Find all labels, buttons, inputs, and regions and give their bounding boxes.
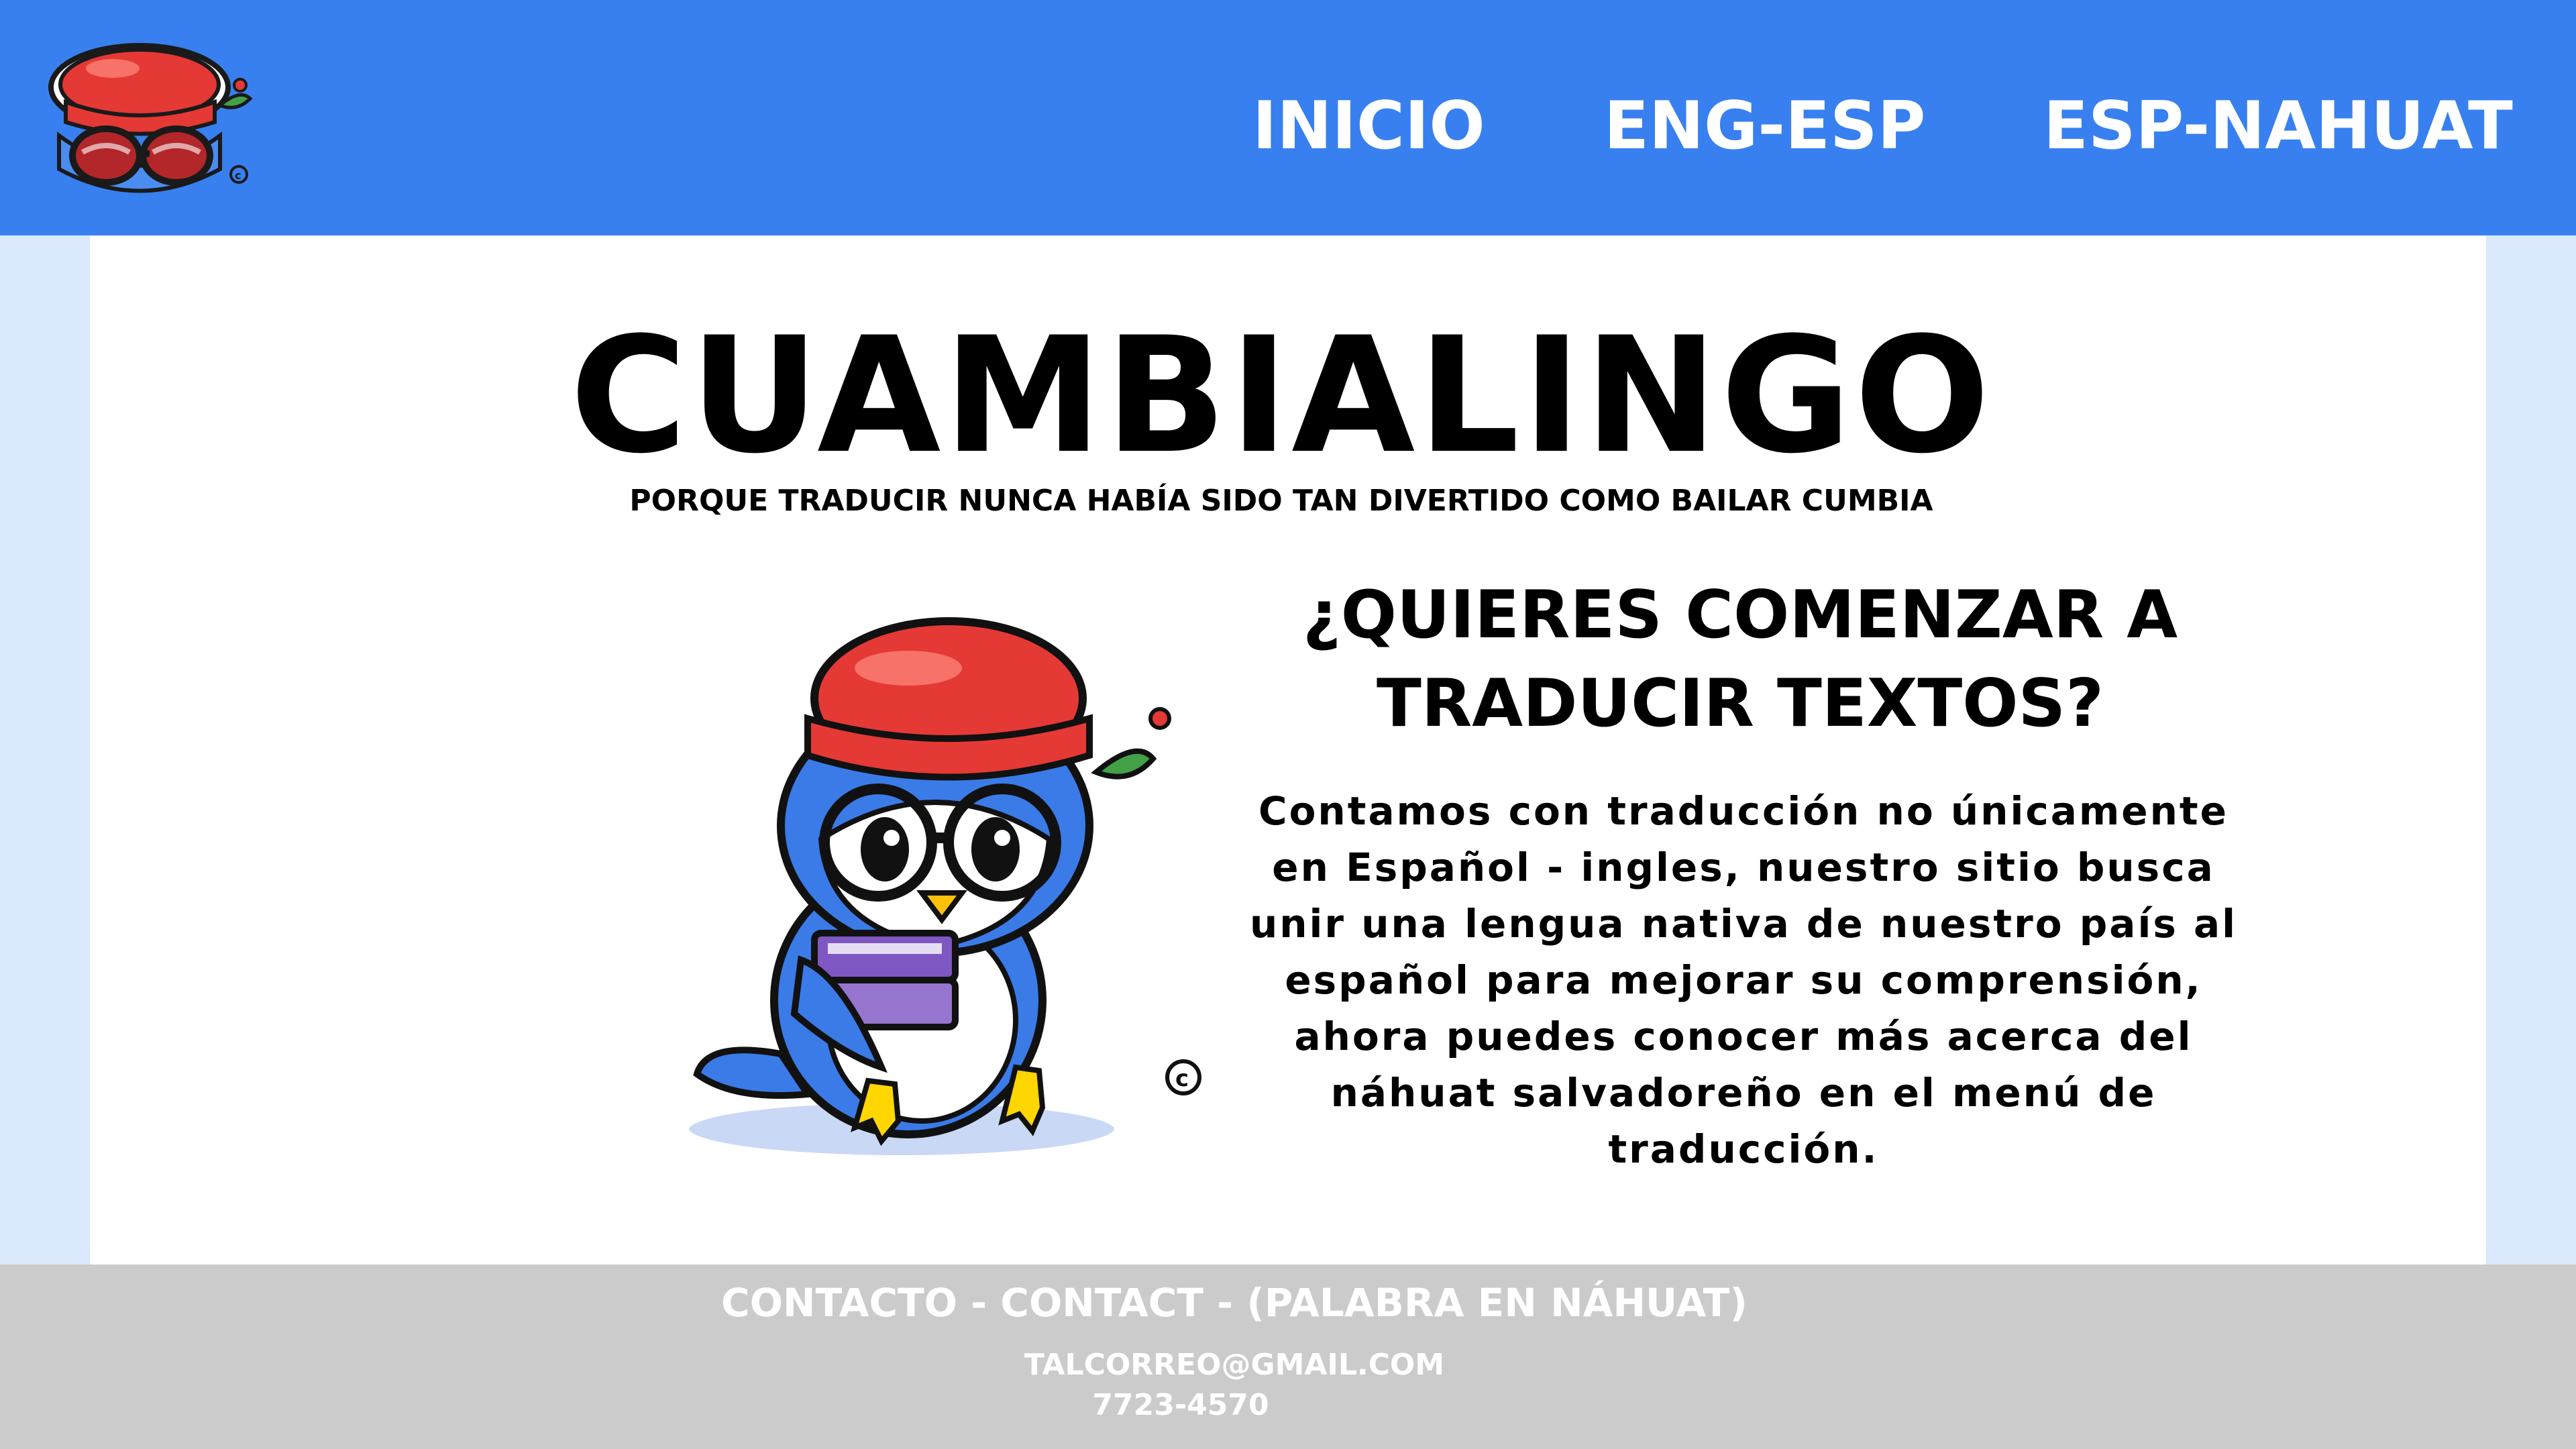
description-line: náhuat salvadoreño en el menú de xyxy=(1330,1070,2157,1116)
main-content: CUAMBIALINGO PORQUE TRADUCIR NUNCA HABÍA… xyxy=(90,235,2486,1265)
description-line: español para mejorar su comprensión, xyxy=(1285,957,2202,1003)
penguin-mascot-reading-book-icon: c xyxy=(685,617,1201,1159)
nav-inicio[interactable]: INICIO xyxy=(1252,86,1485,166)
page-title: CUAMBIALINGO xyxy=(570,303,1993,489)
description-line: unir una lengua nativa de nuestro país a… xyxy=(1249,901,2238,947)
description-line: traducción. xyxy=(1608,1126,1879,1172)
svg-text:c: c xyxy=(235,169,241,182)
cta-heading: ¿QUIERES COMENZAR A TRADUCIR TEXTOS? xyxy=(1177,571,2304,748)
description-line: Contamos con traducción no únicamente xyxy=(1258,788,2229,834)
nav-eng-esp[interactable]: ENG-ESP xyxy=(1604,86,1925,166)
penguin-hat-glasses-logo-icon[interactable]: c xyxy=(39,35,267,208)
footer-email[interactable]: TALCORREO@GMAIL.COM xyxy=(0,1345,2522,1385)
footer-contact-title: CONTACTO - CONTACT - (PALABRA EN NÁHUAT) xyxy=(721,1280,1748,1326)
description-line: en Español - ingles, nuestro sitio busca xyxy=(1272,845,2215,890)
cta-heading-line1: ¿QUIERES COMENZAR A xyxy=(1302,577,2178,653)
cta-heading-line2: TRADUCIR TEXTOS? xyxy=(1377,665,2104,742)
page-subtitle: PORQUE TRADUCIR NUNCA HABÍA SIDO TAN DIV… xyxy=(629,484,1933,518)
nav-esp-nahuat[interactable]: ESP-NAHUAT xyxy=(2043,86,2513,166)
description-text: Contamos con traducción no únicamente en… xyxy=(1150,783,2337,1177)
footer-phone[interactable]: 7723-4570 xyxy=(0,1385,2469,1426)
site-header: c INICIO ENG-ESP ESP-NAHUAT xyxy=(0,0,2576,235)
description-line: ahora puedes conocer más acerca del xyxy=(1294,1014,2193,1059)
